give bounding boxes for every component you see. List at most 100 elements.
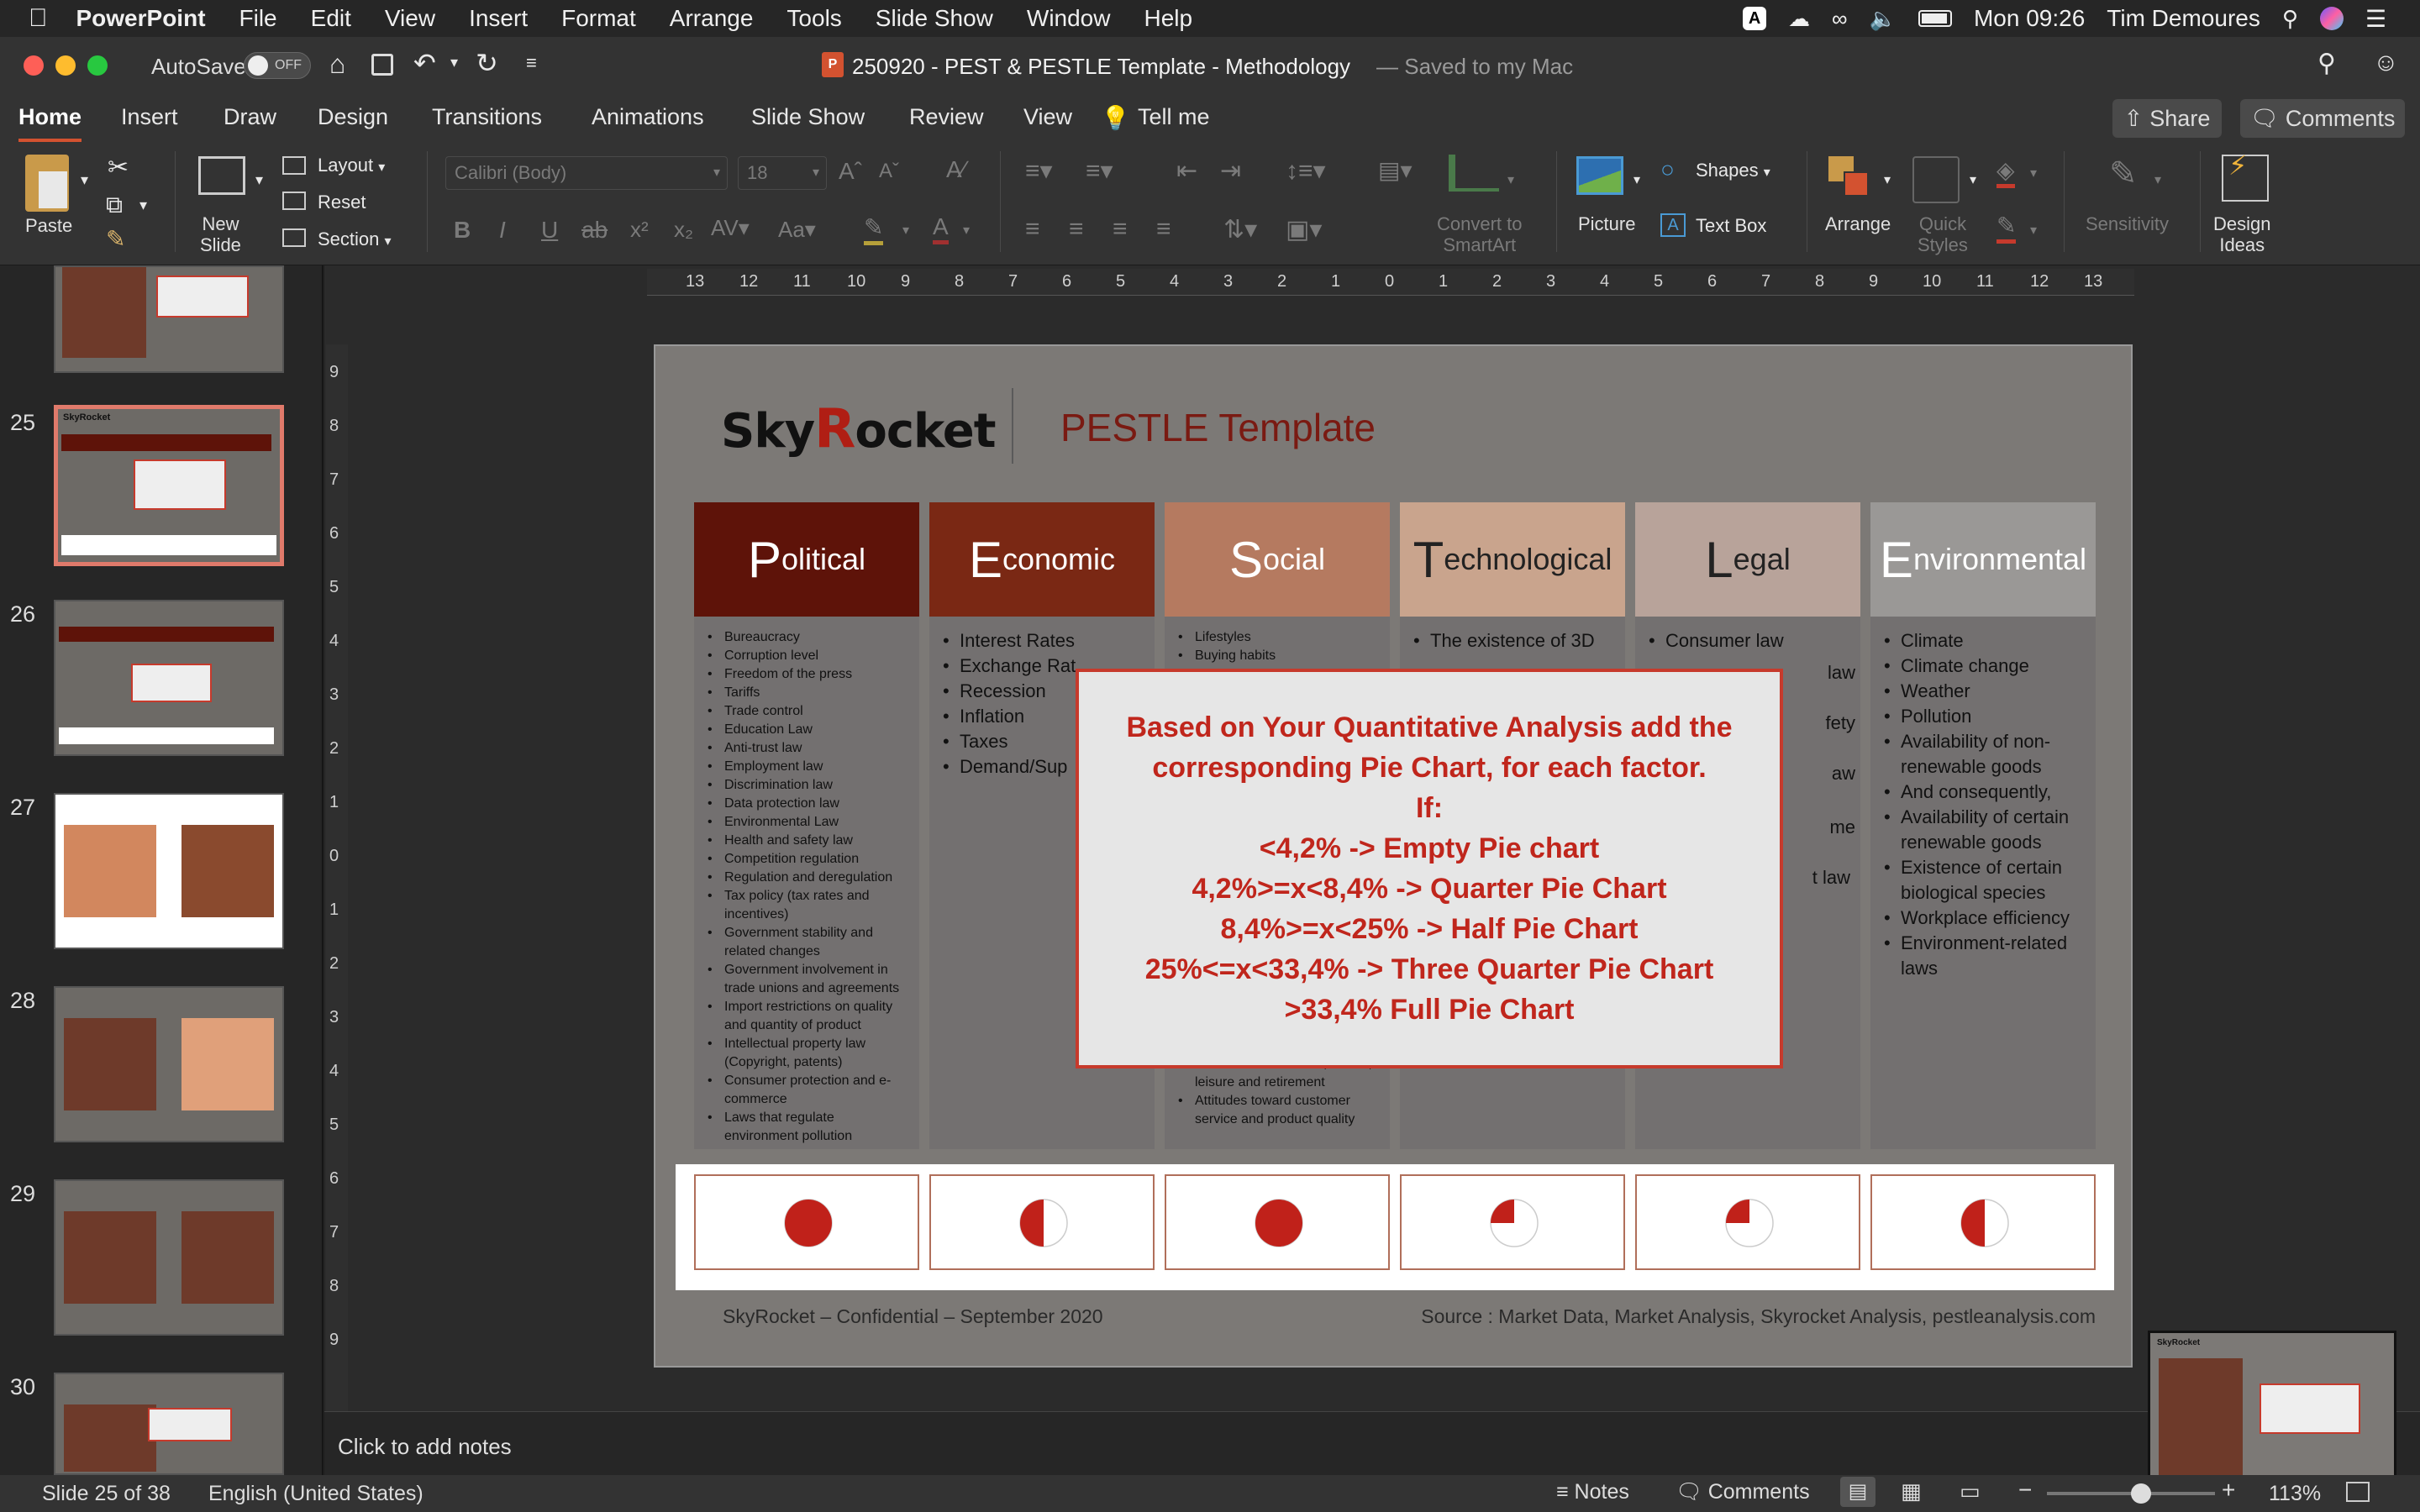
pestle-column[interactable]: EnvironmentalClimateClimate changeWeathe… — [1870, 502, 2096, 1149]
tell-me-search[interactable]: Tell me — [1138, 104, 1210, 130]
clear-formatting-icon[interactable]: A∕ — [946, 156, 965, 183]
tab-draw[interactable]: Draw — [224, 104, 276, 130]
menu-insert[interactable]: Insert — [469, 5, 528, 32]
italic-icon[interactable]: I — [499, 217, 506, 244]
redo-icon[interactable]: ↻ — [476, 47, 498, 79]
customize-toolbar-icon[interactable]: ≡ — [526, 52, 537, 74]
pestle-column[interactable]: PoliticalBureaucracyCorruption levelFree… — [694, 502, 919, 1149]
highlight-color-icon[interactable]: ✎ — [864, 213, 884, 245]
spotlight-search-icon[interactable]: ⚲ — [2282, 6, 2298, 32]
document-title[interactable]: 250920 - PEST & PESTLE Template - Method… — [852, 54, 1350, 80]
saved-status[interactable]: — Saved to my Mac — [1376, 54, 1573, 80]
section-button[interactable]: Section ▾ — [318, 228, 392, 250]
text-box-button[interactable]: Text Box — [1696, 215, 1766, 237]
user-name[interactable]: Tim Demoures — [2107, 5, 2260, 32]
slide-thumbnail[interactable] — [54, 1373, 284, 1475]
shapes-button[interactable]: Shapes ▾ — [1696, 160, 1770, 181]
menu-tools[interactable]: Tools — [786, 5, 841, 32]
shape-outline-icon[interactable]: ✎ — [1996, 212, 2017, 244]
undo-dropdown-icon[interactable]: ▾ — [450, 54, 458, 71]
creative-cloud-icon[interactable]: ∞ — [1832, 6, 1848, 32]
picture-icon[interactable] — [1576, 156, 1623, 195]
zoom-out-icon[interactable]: − — [2018, 1477, 2032, 1504]
zoom-slider-thumb[interactable] — [2131, 1483, 2151, 1504]
menu-edit[interactable]: Edit — [311, 5, 351, 32]
align-right-icon[interactable]: ≡ — [1113, 215, 1128, 244]
share-button[interactable]: ⇧ Share — [2112, 99, 2222, 138]
arrange-button[interactable]: Arrange — [1825, 213, 1891, 234]
menu-view[interactable]: View — [385, 5, 435, 32]
comments-button[interactable]: 🗨 Comments — [2240, 99, 2405, 138]
font-name-select[interactable]: Calibri (Body) ▾ — [445, 156, 728, 190]
new-slide-dropdown-icon[interactable]: ▾ — [255, 171, 263, 189]
apple-icon[interactable]:  — [29, 4, 48, 33]
highlight-dropdown-icon[interactable]: ▾ — [902, 222, 909, 239]
format-painter-icon[interactable]: ✎ — [106, 225, 125, 253]
new-slide-icon[interactable] — [198, 156, 245, 195]
grow-font-icon[interactable]: Aˆ — [839, 158, 862, 185]
line-spacing-icon[interactable]: ↕≡▾ — [1286, 156, 1326, 186]
sensitivity-icon[interactable]: ✎ — [2109, 155, 2138, 193]
control-center-icon[interactable]: ☰ — [2365, 5, 2386, 33]
status-a-icon[interactable]: A — [1743, 7, 1767, 30]
share-people-icon[interactable]: ☺ — [2373, 49, 2399, 77]
volume-icon[interactable]: 🔈 — [1870, 6, 1897, 32]
copy-icon[interactable]: ⧉ — [106, 192, 123, 219]
tab-home[interactable]: Home — [18, 104, 82, 142]
save-icon[interactable] — [371, 54, 393, 76]
tab-view[interactable]: View — [1023, 104, 1072, 130]
menu-help[interactable]: Help — [1144, 5, 1192, 32]
menu-format[interactable]: Format — [561, 5, 636, 32]
notes-placeholder[interactable]: Click to add notes — [338, 1434, 512, 1459]
numbering-icon[interactable]: ≡▾ — [1086, 156, 1113, 186]
zoom-level[interactable]: 113% — [2269, 1482, 2321, 1506]
text-direction-icon[interactable]: ⇅▾ — [1223, 215, 1257, 244]
paste-icon[interactable] — [25, 155, 69, 212]
battery-icon[interactable] — [1918, 10, 1952, 27]
pie-cell[interactable] — [929, 1174, 1155, 1270]
tab-design[interactable]: Design — [318, 104, 388, 130]
close-window-button[interactable] — [24, 55, 44, 76]
slide-navigator-preview[interactable]: SkyRocket — [2148, 1331, 2396, 1490]
tab-review[interactable]: Review — [909, 104, 984, 130]
increase-indent-icon[interactable]: ⇥ — [1220, 156, 1241, 186]
slide-thumbnail[interactable] — [54, 265, 284, 373]
zoom-in-icon[interactable]: + — [2222, 1477, 2235, 1504]
menu-arrange[interactable]: Arrange — [670, 5, 754, 32]
tab-animations[interactable]: Animations — [592, 104, 704, 130]
cloud-icon[interactable]: ☁ — [1788, 6, 1810, 32]
sensitivity-dropdown-icon[interactable]: ▾ — [2154, 171, 2161, 188]
notes-button[interactable]: ≡ Notes — [1556, 1480, 1629, 1504]
menu-window[interactable]: Window — [1027, 5, 1111, 32]
justify-icon[interactable]: ≡ — [1156, 215, 1171, 244]
arrange-icon[interactable] — [1828, 156, 1872, 200]
title-search-icon[interactable]: ⚲ — [2317, 49, 2336, 78]
comments-status-button[interactable]: 🗨 Comments — [1676, 1480, 1810, 1504]
copy-dropdown-icon[interactable]: ▾ — [139, 197, 147, 214]
slide-thumbnail[interactable] — [54, 986, 284, 1142]
pie-cell[interactable] — [1870, 1174, 2096, 1270]
slide-thumbnail-selected[interactable]: SkyRocket — [54, 405, 284, 566]
layout-button[interactable]: Layout ▾ — [318, 155, 385, 176]
language-indicator[interactable]: English (United States) — [208, 1482, 424, 1506]
align-center-icon[interactable]: ≡ — [1069, 215, 1084, 244]
tab-insert[interactable]: Insert — [121, 104, 178, 130]
paste-dropdown-icon[interactable]: ▾ — [81, 171, 88, 189]
home-icon[interactable]: ⌂ — [329, 49, 345, 80]
font-color-icon[interactable]: A — [933, 213, 949, 244]
vertical-ruler[interactable]: 9 8 7 6 5 4 3 2 1 0 1 2 3 4 5 6 7 8 9 — [326, 344, 348, 1428]
pie-cell[interactable] — [1635, 1174, 1860, 1270]
siri-icon[interactable] — [2319, 7, 2344, 30]
tab-slideshow[interactable]: Slide Show — [751, 104, 865, 130]
shape-fill-icon[interactable]: ◈ — [1996, 156, 2015, 188]
sensitivity-button[interactable]: Sensitivity — [2086, 213, 2169, 234]
strikethrough-icon[interactable]: ab — [581, 217, 608, 244]
instruction-callout[interactable]: Based on Your Quantitative Analysis add … — [1076, 669, 1783, 1068]
new-slide-button[interactable]: New Slide — [200, 213, 241, 255]
smartart-icon[interactable] — [1449, 155, 1499, 192]
font-size-select[interactable]: 18 ▾ — [738, 156, 827, 190]
arrange-dropdown-icon[interactable]: ▾ — [1884, 171, 1891, 188]
picture-button[interactable]: Picture — [1578, 213, 1635, 234]
menu-file[interactable]: File — [239, 5, 277, 32]
zoom-window-button[interactable] — [87, 55, 108, 76]
